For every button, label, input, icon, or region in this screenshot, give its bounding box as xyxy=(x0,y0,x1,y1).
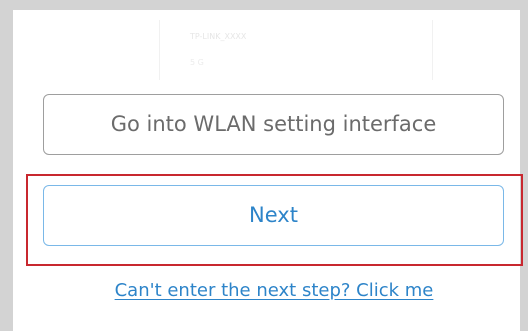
faded-sub-text: 5 G xyxy=(190,58,204,67)
next-button[interactable]: Next xyxy=(43,185,504,246)
help-link[interactable]: Can't enter the next step? Click me xyxy=(0,280,528,301)
wlan-settings-button[interactable]: Go into WLAN setting interface xyxy=(43,94,504,155)
faded-network-preview: TP-LINK_XXXX 5 G xyxy=(159,20,433,80)
faded-ssid-text: TP-LINK_XXXX xyxy=(190,32,247,41)
